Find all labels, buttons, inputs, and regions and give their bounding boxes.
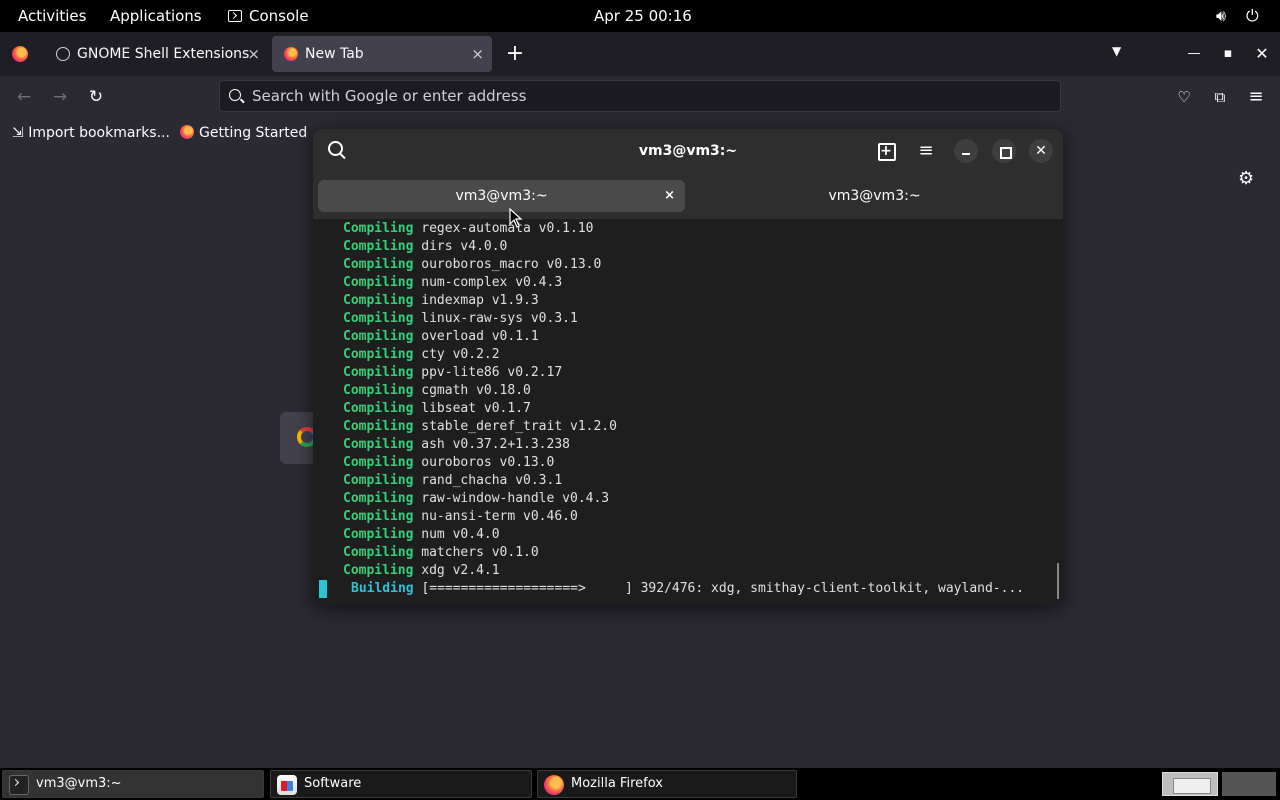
terminal-line: Compiling ouroboros_macro v0.13.0 — [343, 257, 602, 272]
taskbar-label: Software — [304, 776, 362, 791]
tab-label: New Tab — [305, 46, 364, 62]
close-window-button[interactable]: ✕ — [1029, 139, 1053, 163]
terminal-icon — [9, 775, 29, 795]
activities-button[interactable]: Activities — [18, 0, 86, 32]
tab-new-tab[interactable]: New Tab × — [272, 36, 492, 72]
workspace-2-thumbnail[interactable] — [1222, 772, 1276, 796]
bookmark-label: Getting Started — [199, 125, 308, 141]
terminal-line: Compiling cty v0.2.2 — [343, 347, 500, 362]
taskbar-label: Mozilla Firefox — [571, 776, 663, 791]
new-tab-button[interactable]: + — [505, 40, 525, 68]
tab-label: vm3@vm3:~ — [455, 188, 548, 204]
new-tab-icon[interactable] — [874, 139, 898, 163]
clock[interactable]: Apr 25 00:16 — [594, 0, 692, 32]
minimize-button[interactable]: — — [1184, 42, 1204, 66]
power-icon[interactable]: ⏻ — [1246, 0, 1259, 32]
minimize-button[interactable] — [954, 139, 978, 163]
console-tab-1[interactable]: vm3@vm3:~ × — [318, 180, 685, 212]
terminal-output[interactable]: Compiling regex-automata v0.1.10 Compili… — [313, 219, 1063, 605]
software-store-icon — [277, 775, 297, 795]
close-tab-button[interactable]: × — [471, 36, 484, 72]
firefox-icon — [180, 125, 194, 139]
terminal-line: Compiling ash v0.37.2+1.3.238 — [343, 437, 570, 452]
terminal-line: Compiling cgmath v0.18.0 — [343, 383, 531, 398]
extensions-puzzle-icon[interactable]: ⧉ — [1206, 83, 1234, 111]
console-tab-2[interactable]: vm3@vm3:~ — [691, 180, 1058, 212]
reload-icon[interactable]: ↻ — [82, 83, 110, 111]
gear-icon[interactable]: ⚙ — [1238, 168, 1254, 189]
console-tab-bar: vm3@vm3:~ × vm3@vm3:~ — [313, 173, 1063, 219]
maximize-button[interactable] — [992, 139, 1016, 163]
close-tab-button[interactable]: × — [247, 36, 260, 72]
taskbar-item-software[interactable]: Software — [270, 770, 532, 798]
volume-icon[interactable]: 🔊︎ — [1216, 0, 1226, 32]
terminal-line: Compiling stable_deref_trait v1.2.0 — [343, 419, 617, 434]
back-arrow-icon[interactable]: ← — [10, 83, 38, 111]
terminal-line: Compiling nu-ansi-term v0.46.0 — [343, 509, 578, 524]
list-all-tabs-chevron-icon[interactable]: ▼ — [1112, 44, 1121, 58]
hamburger-menu-icon[interactable]: ≡ — [914, 139, 938, 163]
firefox-tab-strip: GNOME Shell Extensions × New Tab × + ▼ —… — [0, 32, 1280, 76]
taskbar-item-terminal[interactable]: vm3@vm3:~ — [2, 770, 264, 798]
close-window-button[interactable]: ✕ — [1252, 42, 1272, 66]
terminal-line: Compiling indexmap v1.9.3 — [343, 293, 539, 308]
tab-label: GNOME Shell Extensions — [77, 46, 250, 62]
taskbar-item-firefox[interactable]: Mozilla Firefox — [537, 770, 797, 798]
terminal-line: Compiling xdg v2.4.1 — [343, 563, 500, 578]
taskbar-label: vm3@vm3:~ — [36, 776, 122, 791]
applications-menu[interactable]: Applications — [110, 0, 202, 32]
terminal-line: Compiling overload v0.1.1 — [343, 329, 539, 344]
terminal-icon — [228, 10, 242, 22]
navigation-toolbar: ← → ↻ ♡ ⧉ ≡ — [0, 76, 1280, 118]
address-bar[interactable] — [219, 80, 1061, 112]
terminal-line: Compiling regex-automata v0.1.10 — [343, 221, 594, 236]
scrollbar[interactable] — [1057, 563, 1059, 599]
terminal-line: Compiling ppv-lite86 v0.2.17 — [343, 365, 563, 380]
workspace-1-thumbnail[interactable] — [1162, 772, 1218, 796]
console-header-bar: vm3@vm3:~ ≡ ✕ — [313, 129, 1063, 173]
tab-gnome-shell-extensions[interactable]: GNOME Shell Extensions × — [44, 36, 268, 72]
firefox-icon — [284, 47, 298, 61]
window-list-taskbar: vm3@vm3:~ Software Mozilla Firefox — [0, 768, 1280, 800]
terminal-line: Compiling raw-window-handle v0.4.3 — [343, 491, 610, 506]
terminal-line: Compiling linux-raw-sys v0.3.1 — [343, 311, 578, 326]
console-app-label: Console — [249, 7, 309, 25]
forward-arrow-icon[interactable]: → — [46, 83, 74, 111]
terminal-line: Compiling rand_chacha v0.3.1 — [343, 473, 563, 488]
terminal-line: Compiling libseat v0.1.7 — [343, 401, 531, 416]
terminal-cursor — [319, 580, 327, 598]
bookmark-import[interactable]: ⇲ Import bookmarks... — [12, 123, 170, 143]
terminal-line: Compiling num v0.4.0 — [343, 527, 500, 542]
console-app-menu[interactable]: Console — [228, 0, 309, 32]
firefox-icon — [544, 775, 564, 795]
url-input[interactable] — [252, 81, 1042, 111]
search-icon — [229, 89, 241, 101]
import-icon: ⇲ — [12, 125, 29, 141]
bookmark-getting-started[interactable]: Getting Started — [180, 123, 307, 143]
hamburger-menu-icon[interactable]: ≡ — [1242, 83, 1270, 111]
close-tab-button[interactable]: × — [664, 180, 675, 212]
terminal-line: Compiling ouroboros v0.13.0 — [343, 455, 555, 470]
bookmark-label: Import bookmarks... — [28, 125, 170, 141]
terminal-line: Compiling matchers v0.1.0 — [343, 545, 539, 560]
maximize-button[interactable]: ▪ — [1218, 42, 1238, 66]
firefox-view-icon[interactable] — [12, 46, 28, 62]
gnome-top-bar: Activities Applications Console Apr 25 0… — [0, 0, 1280, 32]
pocket-icon[interactable]: ♡ — [1170, 83, 1198, 111]
tab-label: vm3@vm3:~ — [828, 188, 921, 204]
terminal-line: Compiling num-complex v0.4.3 — [343, 275, 563, 290]
console-window: vm3@vm3:~ ≡ ✕ vm3@vm3:~ × vm3@vm3:~ Comp… — [313, 129, 1063, 605]
terminal-line: Compiling dirs v4.0.0 — [343, 239, 508, 254]
window-title: vm3@vm3:~ — [638, 143, 738, 159]
terminal-status-line: Building [===================> ] 392/476… — [351, 581, 1025, 596]
gnome-foot-icon — [56, 47, 70, 61]
